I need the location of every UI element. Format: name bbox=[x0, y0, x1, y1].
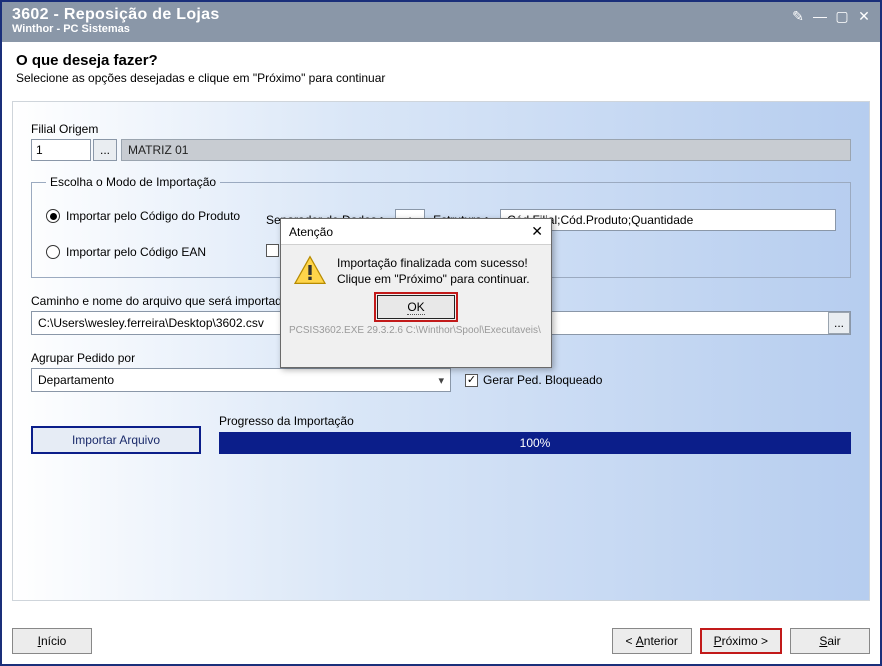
page-subtitle: Selecione as opções desejadas e clique e… bbox=[16, 71, 866, 85]
import-mode-legend: Escolha o Modo de Importação bbox=[46, 175, 220, 189]
dialog-title: Atenção bbox=[289, 225, 333, 239]
close-icon[interactable]: ✕ bbox=[856, 8, 872, 25]
window-title: 3602 - Reposição de Lojas bbox=[12, 6, 870, 24]
filial-name-display: MATRIZ 01 bbox=[121, 139, 851, 161]
warning-icon bbox=[293, 255, 327, 285]
dialog-ok-button[interactable]: OK bbox=[377, 295, 455, 319]
radio-import-product-label: Importar pelo Código do Produto bbox=[66, 209, 240, 223]
progress-bar: 100% bbox=[219, 432, 851, 454]
window-subtitle: Winthor - PC Sistemas bbox=[12, 23, 870, 35]
group-select-value: Departamento bbox=[38, 373, 114, 387]
dialog-line1: Importação finalizada com sucesso! bbox=[337, 255, 530, 271]
edit-icon[interactable]: ✎ bbox=[790, 8, 806, 25]
checkbox-blocked-label: Gerar Ped. Bloqueado bbox=[483, 373, 602, 387]
radio-import-ean-label: Importar pelo Código EAN bbox=[66, 245, 206, 259]
radio-dot-icon bbox=[46, 209, 60, 223]
progress-label: Progresso da Importação bbox=[219, 414, 851, 428]
title-bar: 3602 - Reposição de Lojas Winthor - PC S… bbox=[2, 2, 880, 42]
dialog-message: Importação finalizada com sucesso! Cliqu… bbox=[337, 255, 530, 287]
page-title: O que deseja fazer? bbox=[16, 52, 866, 69]
checkbox-blocked[interactable]: ✓ Gerar Ped. Bloqueado bbox=[465, 373, 602, 387]
filial-label: Filial Origem bbox=[31, 122, 851, 136]
radio-dot-icon bbox=[46, 245, 60, 259]
minimize-icon[interactable]: — bbox=[812, 8, 828, 25]
exit-button[interactable]: Sair bbox=[790, 628, 870, 654]
maximize-icon[interactable]: ▢ bbox=[834, 8, 850, 25]
wizard-header: O que deseja fazer? Selecione as opções … bbox=[2, 42, 880, 93]
import-file-button[interactable]: Importar Arquivo bbox=[31, 426, 201, 454]
filial-code-input[interactable] bbox=[31, 139, 91, 161]
radio-import-ean[interactable]: Importar pelo Código EAN bbox=[46, 245, 266, 259]
wizard-buttons: IInícionício < Anterior Próximo > Sair bbox=[12, 628, 870, 654]
checkbox-box-icon bbox=[266, 244, 279, 257]
dialog-close-icon[interactable]: ✕ bbox=[531, 223, 543, 240]
dialog-footer: PCSIS3602.EXE 29.3.2.6 C:\Winthor\Spool\… bbox=[281, 319, 551, 340]
previous-button[interactable]: < Anterior bbox=[612, 628, 692, 654]
window-controls: ✎ — ▢ ✕ bbox=[790, 8, 872, 25]
group-select[interactable]: Departamento ▾ bbox=[31, 368, 451, 392]
chevron-down-icon: ▾ bbox=[438, 374, 444, 387]
radio-import-product[interactable]: Importar pelo Código do Produto bbox=[46, 209, 266, 223]
dialog-titlebar: Atenção ✕ bbox=[281, 219, 551, 245]
dialog-line2: Clique em "Próximo" para continuar. bbox=[337, 271, 530, 287]
filepath-browse-button[interactable]: ... bbox=[828, 312, 850, 334]
app-window: 3602 - Reposição de Lojas Winthor - PC S… bbox=[0, 0, 882, 666]
filial-row: ... MATRIZ 01 bbox=[31, 139, 851, 161]
filial-browse-button[interactable]: ... bbox=[93, 139, 117, 161]
checkbox-box-icon: ✓ bbox=[465, 374, 478, 387]
alert-dialog: Atenção ✕ Importação finalizada com suce… bbox=[280, 218, 552, 368]
next-button[interactable]: Próximo > bbox=[700, 628, 782, 654]
start-button[interactable]: IInícionício bbox=[12, 628, 92, 654]
